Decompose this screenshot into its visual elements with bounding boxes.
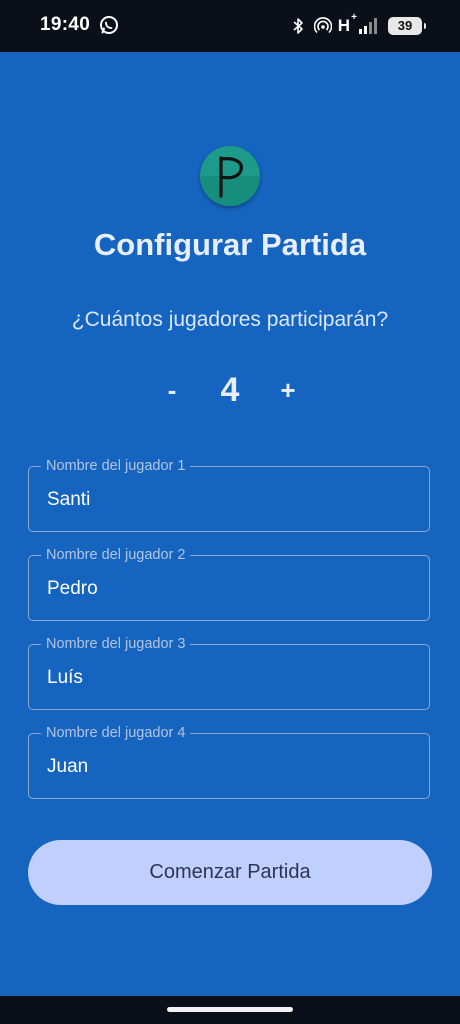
app-screen: Configurar Partida ¿Cuántos jugadores pa…: [0, 52, 460, 996]
player-4-field: Nombre del jugador 4: [28, 724, 430, 799]
status-icons: H + 39: [290, 12, 426, 38]
bluetooth-icon: [290, 17, 306, 35]
status-time: 19:40: [40, 14, 91, 35]
player-4-input[interactable]: [47, 754, 407, 780]
player-3-label: Nombre del jugador 3: [41, 635, 191, 653]
start-game-button[interactable]: Comenzar Partida: [28, 840, 432, 905]
players-question: ¿Cuántos jugadores participarán?: [71, 308, 389, 331]
player-1-field: Nombre del jugador 1: [28, 457, 430, 532]
player-2-label: Nombre del jugador 2: [41, 546, 191, 564]
network-type: H +: [337, 12, 357, 35]
page-title: Configurar Partida: [93, 227, 367, 262]
player-3-input[interactable]: [47, 665, 407, 691]
status-bar: 19:40 H + 39: [0, 0, 460, 52]
signal-icon: [358, 17, 380, 35]
navigation-bar: [0, 996, 460, 1024]
player-1-label: Nombre del jugador 1: [41, 457, 191, 475]
logo-p-icon: [200, 156, 260, 206]
player-2-input[interactable]: [47, 576, 407, 602]
app-logo: [200, 146, 260, 206]
player-count-value: 4: [220, 371, 240, 409]
battery-icon: 39: [388, 17, 426, 35]
whatsapp-icon: [99, 15, 119, 35]
player-2-field: Nombre del jugador 2: [28, 546, 430, 621]
home-indicator[interactable]: [167, 1007, 293, 1012]
player-1-input[interactable]: [47, 487, 407, 513]
increment-button[interactable]: +: [266, 366, 310, 414]
hotspot-icon: [313, 17, 333, 35]
player-4-label: Nombre del jugador 4: [41, 724, 191, 742]
decrement-button[interactable]: -: [150, 366, 194, 414]
player-count-stepper: - 4 +: [150, 366, 310, 414]
player-3-field: Nombre del jugador 3: [28, 635, 430, 710]
